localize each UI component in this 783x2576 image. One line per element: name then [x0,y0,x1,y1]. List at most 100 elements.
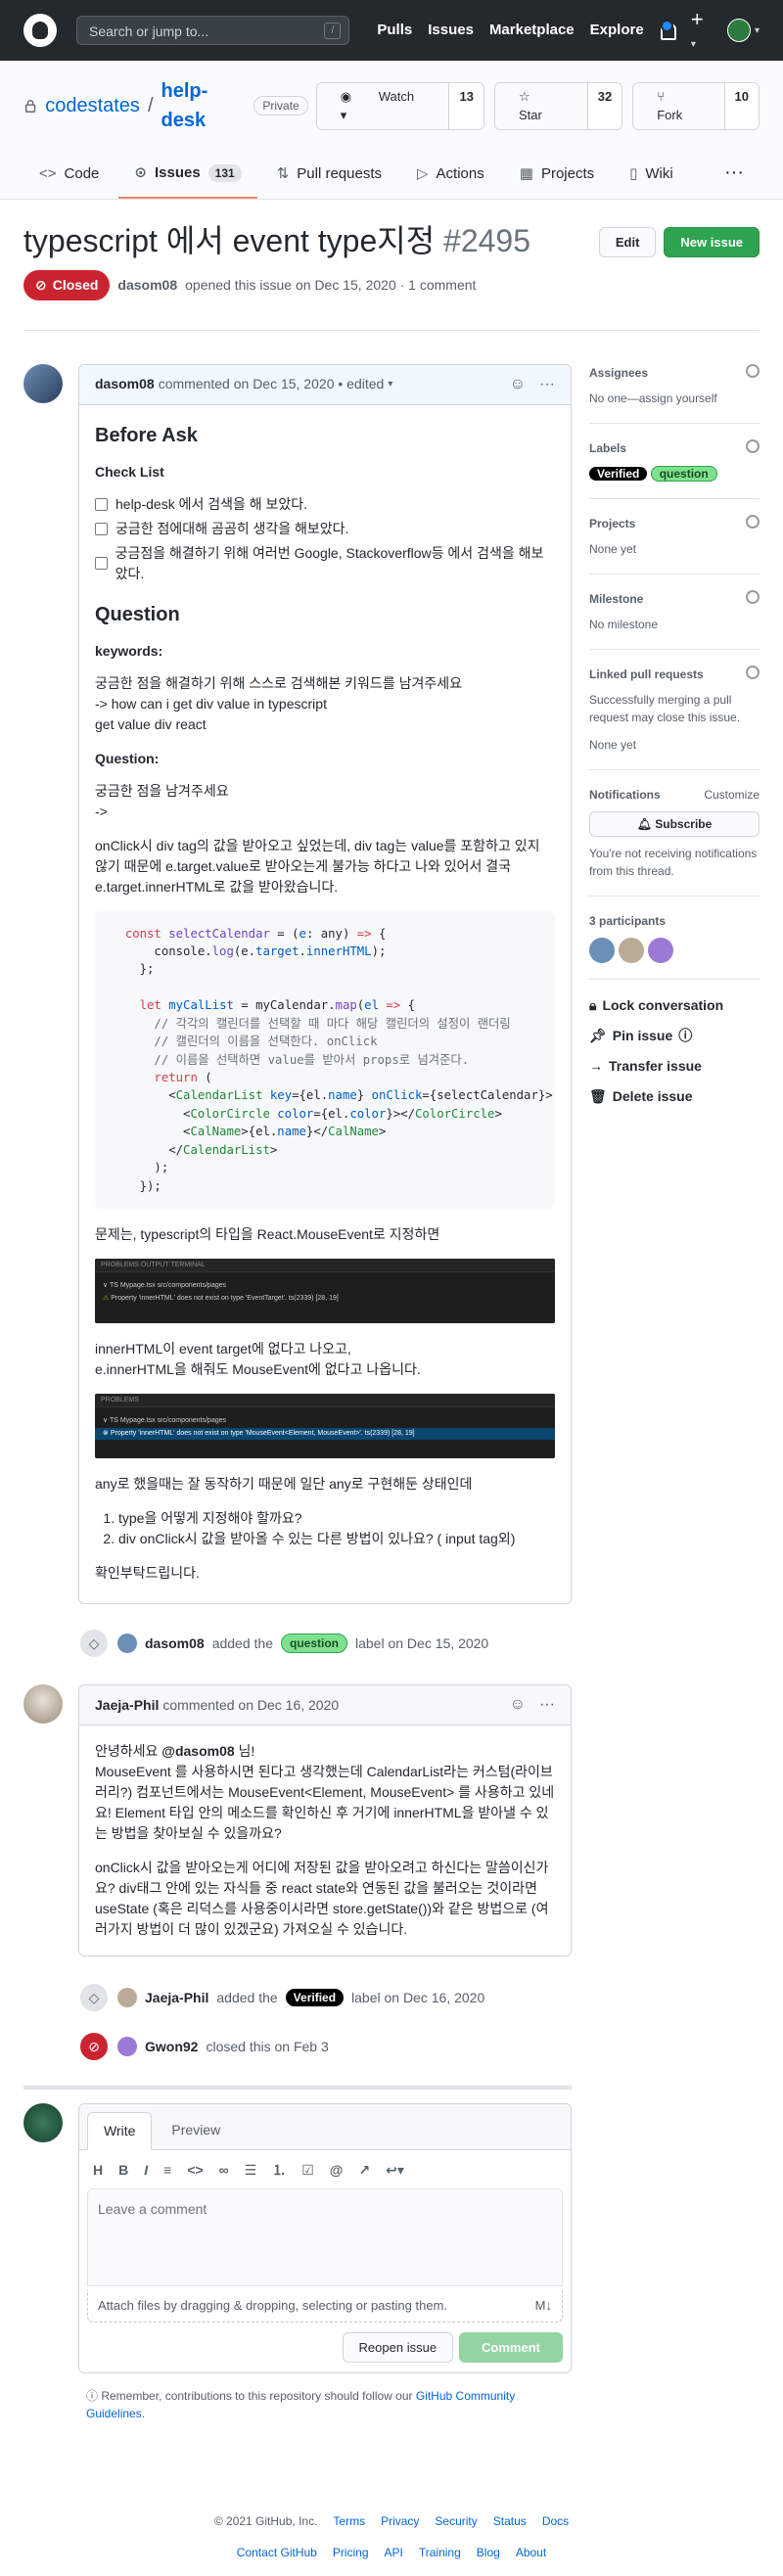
gear-icon[interactable] [746,589,760,604]
screenshot-image: PROBLEMS ∨ TS Mypage.tsx src/components/… [95,1394,555,1459]
assignees-value[interactable]: No one—assign yourself [589,391,717,405]
fork-button[interactable]: ⑂ Fork 10 [632,81,760,130]
tab-pull-requests[interactable]: ⇅ Pull requests [261,155,397,199]
reopen-issue-button[interactable]: Reopen issue [342,2331,454,2364]
footer-link-blog[interactable]: Blog [477,2544,500,2561]
heading-icon[interactable]: H [93,2160,103,2181]
nav-explore[interactable]: Explore [590,20,644,42]
search-input[interactable]: Search or jump to... / [76,16,350,45]
tab-wiki[interactable]: ▯ Wiki [614,155,689,199]
italic-icon[interactable]: I [144,2160,148,2181]
nav-issues[interactable]: Issues [428,20,474,42]
contribution-notice: ⓘ Remember, contributions to this reposi… [86,2389,516,2421]
mention-icon[interactable]: @ [330,2160,344,2181]
task-checkbox[interactable] [95,522,108,535]
user-mention[interactable]: @dasom08 [161,1743,234,1759]
comment-textarea[interactable]: Leave a comment [87,2188,563,2287]
pin-issue-button[interactable]: 📌︎ Pin issue ⓘ [589,1026,760,1046]
footer-link-security[interactable]: Security [435,2512,477,2530]
transfer-issue-button[interactable]: → Transfer issue [589,1056,760,1077]
edit-button[interactable]: Edit [598,226,657,257]
label-verified[interactable]: Verified [285,1989,345,2007]
lock-icon: 🔒︎ [589,996,597,1013]
code-icon[interactable]: <> [187,2160,203,2181]
smiley-icon[interactable]: ☺ [510,373,526,396]
footer-link-status[interactable]: Status [493,2512,527,2530]
comment-body: Before Ask Check List help-desk 에서 검색을 해… [79,405,571,1604]
comment-author[interactable]: dasom08 [95,374,155,394]
tab-projects[interactable]: ▦ Projects [504,155,610,199]
bold-icon[interactable]: B [118,2160,128,2181]
ordered-list-icon[interactable]: ⒈ [272,2160,286,2181]
issue-comment: dasom08 commented on Dec 15, 2020 • edite… [23,363,572,1605]
avatar[interactable] [648,937,673,963]
task-checkbox[interactable] [95,497,108,511]
tab-preview[interactable]: Preview [156,2112,236,2149]
repo-owner-link[interactable]: codestates [45,91,140,120]
code-icon: <> [39,165,57,182]
issue-header: typescript 에서 event type지정 #2495 Edit Ne… [0,200,783,331]
avatar[interactable] [23,363,63,403]
lock-icon [24,100,36,113]
repo-name-link[interactable]: help-desk [161,76,243,135]
smiley-icon[interactable]: ☺ [510,1693,526,1717]
footer-link-terms[interactable]: Terms [333,2512,365,2530]
tab-actions[interactable]: ▷ Actions [401,155,500,199]
gear-icon[interactable] [746,363,760,378]
avatar[interactable] [23,1684,63,1725]
footer-link-pricing[interactable]: Pricing [333,2544,369,2561]
footer-link-about[interactable]: About [516,2544,546,2561]
subscribe-button[interactable]: 🔔︎ Subscribe [589,810,760,837]
footer-link-api[interactable]: API [385,2544,403,2561]
avatar[interactable] [117,1633,137,1654]
gear-icon[interactable] [746,665,760,679]
nav-marketplace[interactable]: Marketplace [489,20,575,42]
avatar[interactable] [117,2037,137,2057]
footer-link-docs[interactable]: Docs [542,2512,569,2530]
notifications-bell-icon[interactable] [658,20,676,40]
comment-author[interactable]: Jaeja-Phil [95,1695,159,1716]
tab-write[interactable]: Write [87,2112,153,2151]
chevron-down-icon[interactable]: ▾ [388,377,392,391]
task-checkbox[interactable] [95,557,108,570]
reply-icon[interactable]: ↩▾ [386,2160,404,2181]
more-tabs-icon[interactable]: ··· [709,155,760,199]
nav-pulls[interactable]: Pulls [377,20,412,42]
kebab-menu-icon[interactable]: ··· [539,373,555,396]
new-issue-button[interactable]: New issue [664,226,760,257]
top-nav-links: Pulls Issues Marketplace Explore [377,20,643,42]
task-list-icon[interactable]: ☑ [301,2160,314,2181]
status-badge: ⊘ Closed [23,269,111,300]
avatar[interactable] [619,937,644,963]
cross-reference-icon[interactable]: ↗ [358,2160,370,2181]
gear-icon[interactable] [746,438,760,453]
create-new-dropdown[interactable]: + ▾ [691,8,708,53]
tab-code[interactable]: <> Code [23,155,115,199]
footer-link-contact[interactable]: Contact GitHub [237,2544,317,2561]
tab-issues[interactable]: ⊙ Issues 131 [118,155,257,199]
unordered-list-icon[interactable]: ☰ [245,2160,257,2181]
customize-link[interactable]: Customize [704,786,760,804]
github-logo-icon[interactable] [23,14,57,47]
footer-link-privacy[interactable]: Privacy [381,2512,419,2530]
label-verified[interactable]: Verified [589,466,648,481]
avatar[interactable] [117,1988,137,2008]
kebab-menu-icon[interactable]: ··· [539,1693,555,1717]
user-menu[interactable]: ▾ [726,19,760,42]
issue-author-link[interactable]: dasom08 [117,275,177,296]
star-button[interactable]: ☆ Star 32 [493,81,623,130]
gear-icon[interactable] [746,514,760,529]
avatar[interactable] [589,937,615,963]
comment-submit-button[interactable]: Comment [459,2331,563,2364]
attach-files-area[interactable]: Attach files by dragging & dropping, sel… [87,2290,563,2323]
lock-conversation-button[interactable]: 🔒︎ Lock conversation [589,995,760,1016]
label-question[interactable]: question [650,465,717,482]
comment-header: dasom08 commented on Dec 15, 2020 • edite… [79,364,571,405]
watch-button[interactable]: ◉ Watch ▾ 13 [315,81,484,130]
delete-issue-button[interactable]: 🗑︎ Delete issue [589,1086,760,1107]
label-question[interactable]: question [281,1633,347,1654]
quote-icon[interactable]: ≡ [163,2160,171,2181]
visibility-badge: Private [253,96,308,115]
link-icon[interactable]: ∞ [219,2160,229,2181]
footer-link-training[interactable]: Training [419,2544,461,2561]
